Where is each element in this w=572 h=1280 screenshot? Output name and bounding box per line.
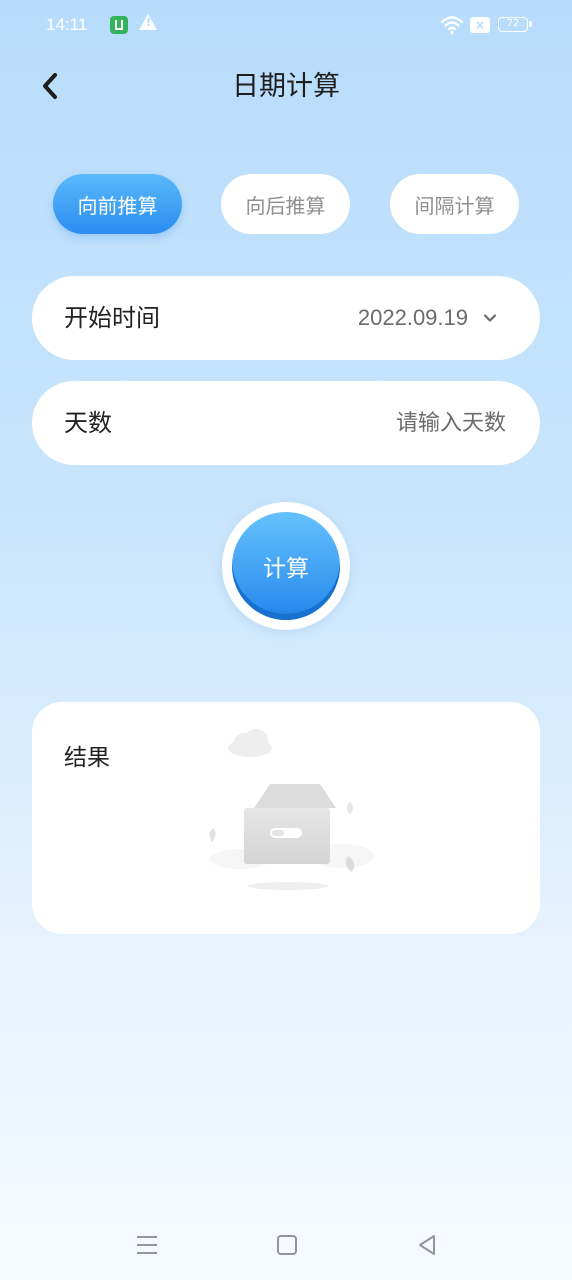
start-time-value[interactable]: 2022.09.19: [358, 276, 468, 360]
home-icon[interactable]: [272, 1230, 302, 1260]
tab-interval[interactable]: 间隔计算: [390, 174, 519, 234]
tab-forward[interactable]: 向前推算: [53, 174, 182, 234]
days-label: 天数: [64, 409, 112, 437]
navigation-bar: [0, 1210, 572, 1280]
tab-backward[interactable]: 向后推算: [221, 174, 350, 234]
calculate-button[interactable]: 计算: [232, 512, 340, 620]
warning-icon: [139, 14, 157, 30]
page-title: 日期计算: [232, 71, 340, 102]
menu-icon[interactable]: [132, 1230, 162, 1260]
days-input[interactable]: [266, 402, 506, 444]
empty-box-icon: [209, 729, 374, 890]
chevron-down-icon[interactable]: [482, 310, 498, 326]
back-nav-icon[interactable]: [412, 1230, 442, 1260]
result-label: 结果: [64, 745, 110, 771]
no-sim-icon: ×: [470, 17, 490, 33]
start-time-label: 开始时间: [64, 304, 160, 332]
days-field[interactable]: 天数: [32, 381, 540, 465]
result-card: 结果: [32, 702, 540, 934]
battery-icon: 72: [498, 17, 532, 32]
status-bar: 14:11 × 72: [0, 0, 572, 52]
app-notification-icon: [110, 16, 128, 34]
start-time-field[interactable]: 开始时间 2022.09.19: [32, 276, 540, 360]
wifi-icon: [440, 16, 464, 35]
status-time: 14:11: [46, 15, 88, 34]
